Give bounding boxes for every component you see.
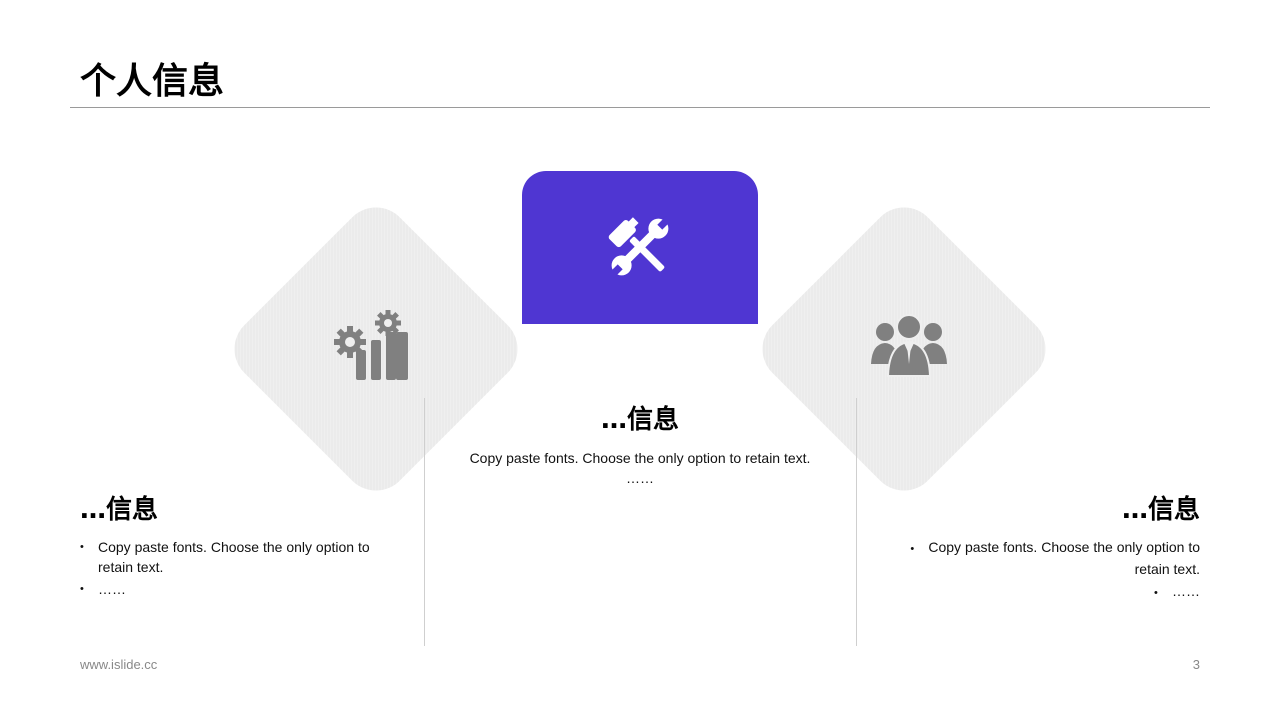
list-item: …… [880,581,1200,603]
right-divider-line [856,398,857,646]
right-bullet-list: Copy paste fonts. Choose the only option… [880,537,1200,603]
list-item: Copy paste fonts. Choose the only option… [880,537,1200,579]
left-heading: …信息 [80,495,159,525]
footer-url: www.islide.cc [80,657,158,672]
center-info-block: …信息 Copy paste fonts. Choose the only op… [440,404,840,488]
left-info-block: …信息 Copy paste fonts. Choose the only op… [80,494,400,601]
slide-title: 个人信息 [80,61,225,102]
right-info-block: …信息 Copy paste fonts. Choose the only op… [880,494,1200,605]
list-item: Copy paste fonts. Choose the only option… [80,537,400,577]
center-heading: …信息 [600,405,679,435]
center-ellipsis: …… [626,470,654,486]
list-item: …… [80,579,400,599]
right-heading: …信息 [1121,495,1200,525]
title-divider [70,107,1210,108]
tools-icon [605,213,675,281]
center-body-text: Copy paste fonts. Choose the only option… [469,450,811,466]
left-divider-line [424,398,425,646]
chart-gears-icon [334,310,410,380]
page-number: 3 [1192,657,1200,672]
left-bullet-list: Copy paste fonts. Choose the only option… [80,537,400,599]
team-icon [870,312,948,378]
